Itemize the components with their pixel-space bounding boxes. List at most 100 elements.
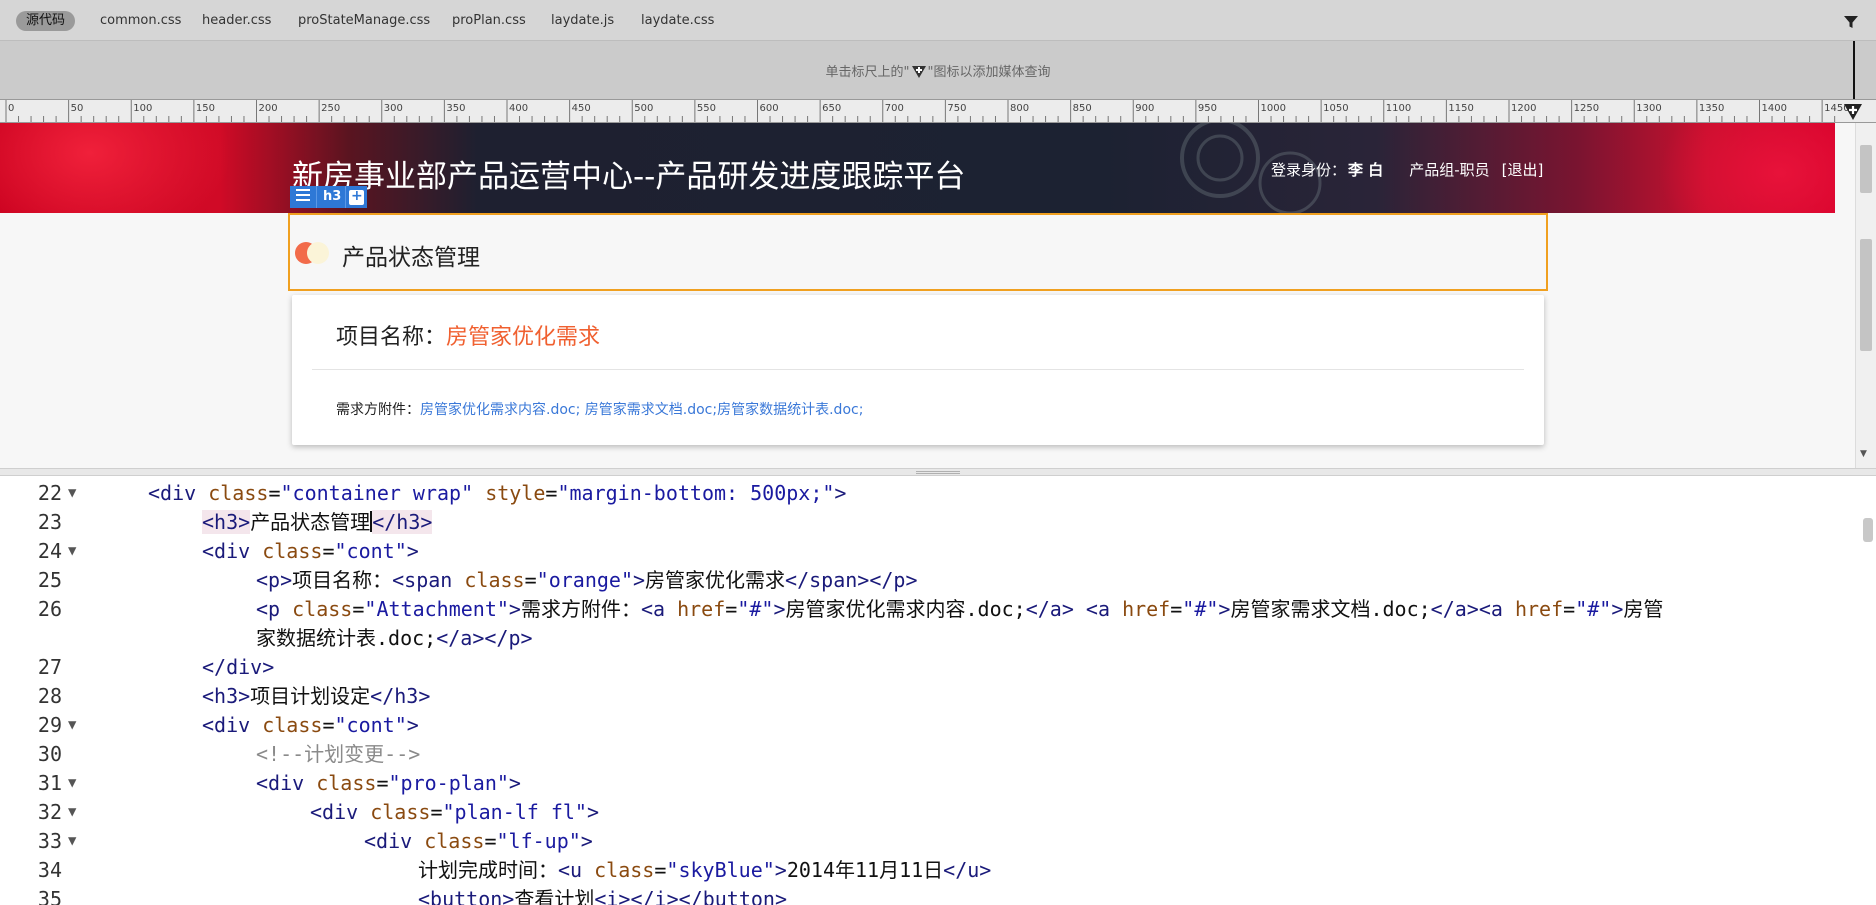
- selected-h3-element[interactable]: 产品状态管理: [288, 213, 1548, 291]
- ruler[interactable]: 0 50 100 150 200 250 300 350 400 450 500 550 600 650 7…: [0, 99, 1876, 123]
- cream-circle-icon: [307, 242, 329, 264]
- tab-laydate-js[interactable]: laydate.js: [551, 11, 614, 31]
- tab-laydate-css[interactable]: laydate.css: [641, 11, 714, 31]
- login-label: 登录身份：: [1271, 161, 1347, 179]
- ruler-label: 1000: [1261, 103, 1286, 114]
- preview-scrollbar[interactable]: ▼: [1855, 123, 1876, 468]
- ruler-label: 700: [885, 103, 904, 114]
- tab-common-css[interactable]: common.css: [100, 11, 181, 31]
- line-number: 28: [37, 684, 62, 708]
- media-query-marker: [1853, 41, 1855, 103]
- fold-arrow-icon[interactable]: ▼: [68, 769, 82, 798]
- scroll-down-arrow-icon[interactable]: ▼: [1860, 449, 1867, 459]
- plus-icon: +: [349, 188, 365, 205]
- ruler-label: 50: [71, 103, 84, 114]
- tab-header-css[interactable]: header.css: [202, 11, 271, 31]
- fold-arrow-icon[interactable]: ▼: [68, 711, 82, 740]
- line-number: 22: [37, 481, 62, 505]
- ruler-label: 350: [446, 103, 465, 114]
- code-line[interactable]: 33 ▼ <div class="lf-up">: [0, 827, 1850, 856]
- line-number: 32: [37, 800, 62, 824]
- ruler-label: 800: [1010, 103, 1029, 114]
- attachment-line: 需求方附件：房管家优化需求内容.doc; 房管家需求文档.doc;房管家数据统计…: [336, 399, 863, 419]
- ruler-label: 1050: [1323, 103, 1348, 114]
- line-number: 29: [37, 713, 62, 737]
- editor-scroll-thumb[interactable]: [1863, 518, 1873, 542]
- ruler-label: 650: [822, 103, 841, 114]
- line-number: 33: [37, 829, 62, 853]
- ruler-label: 250: [321, 103, 340, 114]
- content-card: 项目名称：房管家优化需求 需求方附件：房管家优化需求内容.doc; 房管家需求文…: [292, 295, 1544, 445]
- add-media-query-icon: [911, 66, 926, 78]
- header-banner: 新房事业部产品运营中心--产品研发进度跟踪平台 登录身份：李 白 产品组-职员 [退…: [0, 123, 1835, 213]
- ruler-label: 750: [947, 103, 966, 114]
- ruler-label: 1400: [1762, 103, 1787, 114]
- code-line[interactable]: 35 <button>查看计划<i></i></button>: [0, 885, 1850, 905]
- tab-source-code[interactable]: 源代码: [16, 11, 76, 31]
- code-line[interactable]: 26 <p class="Attachment">需求方附件：<a href="…: [0, 595, 1850, 624]
- code-line[interactable]: 30 <!--计划变更-->: [0, 740, 1850, 769]
- ruler-label: 850: [1073, 103, 1092, 114]
- code-line[interactable]: 25 <p>项目名称：<span class="orange">房管家优化需求<…: [0, 566, 1850, 595]
- line-number: 35: [37, 887, 62, 905]
- ruler-label: 150: [196, 103, 215, 114]
- code-line[interactable]: 27 </div>: [0, 653, 1850, 682]
- line-number: 27: [37, 655, 62, 679]
- project-name-line: 项目名称：房管家优化需求: [336, 319, 600, 351]
- fold-arrow-icon[interactable]: ▼: [68, 479, 82, 508]
- line-number: 34: [37, 858, 62, 882]
- line-number: 23: [37, 510, 62, 534]
- code-line[interactable]: 24 ▼ <div class="cont">: [0, 537, 1850, 566]
- code-line-wrap[interactable]: 家数据统计表.doc;</a></p>: [0, 624, 1850, 653]
- attachment-label: 需求方附件：: [336, 402, 420, 418]
- fold-arrow-icon[interactable]: ▼: [68, 537, 82, 566]
- attachment-link-2[interactable]: 房管家需求文档.doc;: [585, 402, 717, 418]
- code-line[interactable]: 32 ▼ <div class="plan-lf fl">: [0, 798, 1850, 827]
- preview-scroll-track-segment[interactable]: [1860, 239, 1872, 351]
- ruler-label: 200: [259, 103, 278, 114]
- live-preview[interactable]: 新房事业部产品运营中心--产品研发进度跟踪平台 登录身份：李 白 产品组-职员 [退…: [0, 123, 1876, 468]
- code-line[interactable]: 31 ▼ <div class="pro-plan">: [0, 769, 1850, 798]
- code-line[interactable]: 23 <h3>产品状态管理 </h3>: [0, 508, 1850, 537]
- code-line[interactable]: 29 ▼ <div class="cont">: [0, 711, 1850, 740]
- filter-icon[interactable]: [1843, 14, 1859, 30]
- view-splitter[interactable]: [0, 468, 1876, 476]
- preview-scroll-thumb[interactable]: [1860, 145, 1872, 193]
- attachment-link-1[interactable]: 房管家优化需求内容.doc;: [420, 402, 580, 418]
- code-line[interactable]: 22 ▼ <div class="container wrap" style="…: [0, 479, 1850, 508]
- code-line[interactable]: 34 计划完成时间：<u class="skyBlue">2014年11月11日…: [0, 856, 1850, 885]
- section-heading: 产品状态管理: [342, 245, 480, 271]
- logout-link[interactable]: [退出]: [1502, 161, 1544, 179]
- media-query-hint: 单击标尺上的" "图标以添加媒体查询: [825, 65, 1051, 80]
- ruler-label: 300: [384, 103, 403, 114]
- card-divider: [312, 369, 1524, 370]
- tab-proplan-css[interactable]: proPlan.css: [452, 11, 526, 31]
- line-number: 24: [37, 539, 62, 563]
- ruler-label: 1200: [1511, 103, 1536, 114]
- fold-arrow-icon[interactable]: ▼: [68, 827, 82, 856]
- ruler-label: 600: [760, 103, 779, 114]
- site-title: 新房事业部产品运营中心--产品研发进度跟踪平台: [292, 159, 966, 195]
- splitter-grip-icon[interactable]: [916, 471, 960, 474]
- tab-prostatemanage-css[interactable]: proStateManage.css: [298, 11, 430, 31]
- code-editor[interactable]: 22 ▼ <div class="container wrap" style="…: [0, 476, 1876, 905]
- add-class-button[interactable]: +: [345, 186, 368, 208]
- code-line[interactable]: 28 <h3>项目计划设定</h3>: [0, 682, 1850, 711]
- attachment-link-3[interactable]: 房管家数据统计表.doc;: [717, 402, 863, 418]
- login-info: 登录身份：李 白 产品组-职员 [退出]: [1271, 159, 1543, 180]
- line-number: 31: [37, 771, 62, 795]
- line-number: 30: [37, 742, 62, 766]
- login-user: 李 白: [1348, 161, 1384, 179]
- element-menu-button[interactable]: [290, 186, 316, 208]
- ruler-label: 1150: [1448, 103, 1473, 114]
- ruler-add-media-query-icon[interactable]: [1843, 101, 1863, 121]
- element-quick-toolbar: h3 +: [290, 186, 368, 208]
- ruler-label: 100: [133, 103, 152, 114]
- editor-scrollbar[interactable]: [1855, 476, 1876, 905]
- ruler-label: 450: [572, 103, 591, 114]
- related-files-bar: 源代码 common.css header.css proStateManage…: [0, 0, 1876, 41]
- fold-arrow-icon[interactable]: ▼: [68, 798, 82, 827]
- ruler-label: 1250: [1574, 103, 1599, 114]
- element-tag-label[interactable]: h3: [316, 186, 346, 208]
- ruler-label: 1300: [1636, 103, 1661, 114]
